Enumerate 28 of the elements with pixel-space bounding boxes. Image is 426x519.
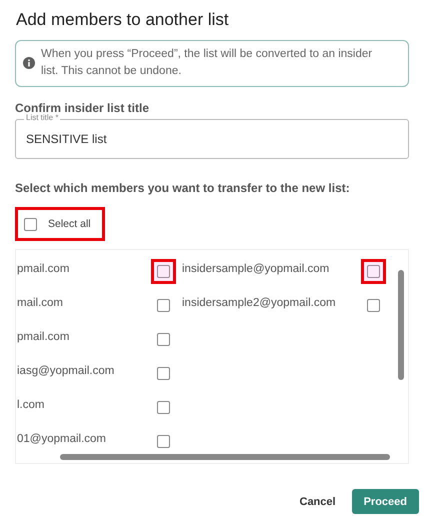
member-email: 01@yopmail.com <box>17 433 106 445</box>
member-email: pmail.com <box>17 263 70 275</box>
member-email: insidersample@yopmail.com <box>182 263 330 275</box>
member-email: insidersample2@yopmail.com <box>182 297 336 309</box>
member-email: mail.com <box>17 297 64 309</box>
member-checkbox[interactable] <box>157 367 170 380</box>
member-checkbox[interactable] <box>367 265 380 278</box>
select-all-label: Select all <box>48 218 91 230</box>
notice-text: When you press “Proceed”, the list will be converted to an insider list. This cannot be undone. <box>41 47 374 79</box>
section-heading: Select which members you want to transfer to the new list: <box>15 181 351 195</box>
member-checkbox[interactable] <box>157 333 170 346</box>
select-all-checkbox[interactable] <box>24 218 37 230</box>
section-heading: Confirm insider list title <box>15 101 150 115</box>
dialog-title: Add members to another list <box>16 10 230 30</box>
horizontal-scrollbar[interactable] <box>60 454 390 460</box>
info-icon <box>23 57 35 69</box>
proceed-button[interactable]: Proceed <box>352 489 419 514</box>
member-checkbox[interactable] <box>367 299 380 312</box>
member-email: pmail.com <box>17 331 70 343</box>
member-checkbox[interactable] <box>157 401 170 414</box>
cancel-button[interactable]: Cancel <box>300 496 336 508</box>
field-label: List title * <box>24 113 60 122</box>
list-title-field[interactable]: SENSITIVE list <box>15 119 409 159</box>
member-email: iasg@yopmail.com <box>17 365 114 377</box>
member-checkbox[interactable] <box>157 265 170 278</box>
member-email: l.com <box>17 399 44 411</box>
member-checkbox[interactable] <box>157 435 170 448</box>
member-checkbox[interactable] <box>157 299 170 312</box>
